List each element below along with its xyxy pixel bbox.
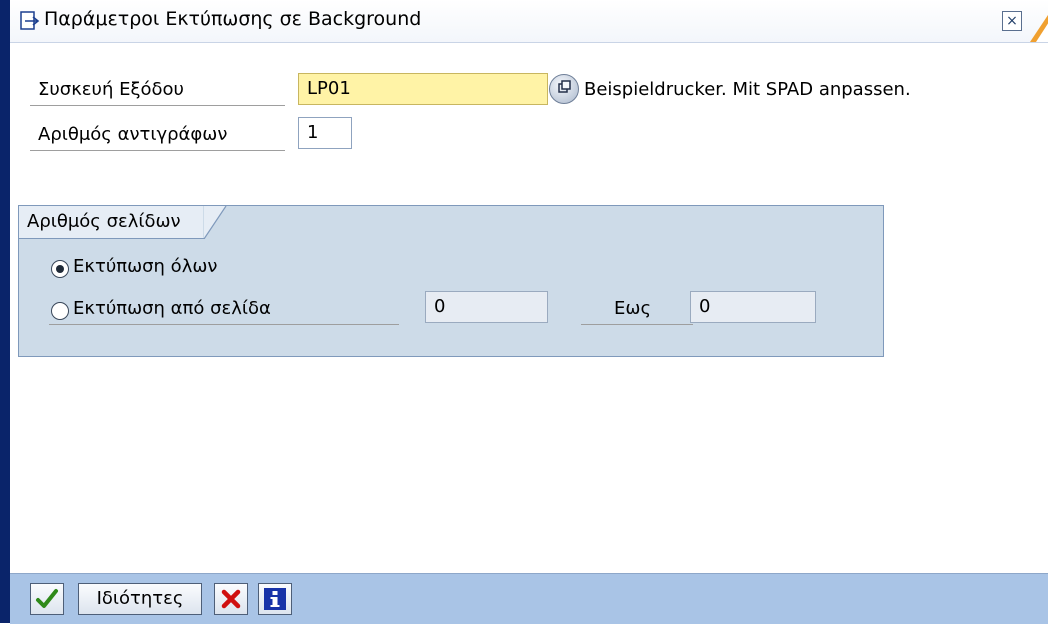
copies-label-underline xyxy=(30,150,285,151)
footer-toolbar: Ιδιότητες xyxy=(10,573,1048,624)
group-tab-slope xyxy=(204,206,227,239)
group-tab-underline xyxy=(19,238,205,239)
cancel-button[interactable] xyxy=(214,583,248,615)
value-help-icon[interactable] xyxy=(549,74,579,104)
confirm-button[interactable] xyxy=(30,583,64,615)
info-icon xyxy=(264,588,286,610)
to-page-label: Εως xyxy=(614,298,652,319)
close-icon[interactable]: × xyxy=(1002,11,1022,31)
cancel-icon xyxy=(221,589,241,609)
print-from-label-underline xyxy=(49,324,399,325)
info-button[interactable] xyxy=(258,583,292,615)
print-from-page-radio[interactable] xyxy=(51,302,69,320)
output-device-field[interactable]: LP01 xyxy=(298,73,548,105)
print-all-label: Εκτύπωση όλων xyxy=(73,256,218,277)
print-parameters-dialog: Παράμετροι Εκτύπωσης σε Background × Συσ… xyxy=(0,0,1048,624)
output-device-label-underline xyxy=(30,105,285,106)
dialog-title: Παράμετροι Εκτύπωσης σε Background xyxy=(44,8,422,30)
output-device-label: Συσκευή Εξόδου xyxy=(38,79,184,100)
page-count-group: Αριθμός σελίδων Εκτύπωση όλων Εκτύπωση α… xyxy=(18,205,884,357)
copies-field[interactable]: 1 xyxy=(298,117,352,149)
print-from-page-label: Εκτύπωση από σελίδα xyxy=(73,298,271,319)
properties-button[interactable]: Ιδιότητες xyxy=(78,583,202,615)
copies-label: Αριθμός αντιγράφων xyxy=(38,124,228,145)
page-count-group-title: Αριθμός σελίδων xyxy=(19,206,203,238)
title-bar: Παράμετροι Εκτύπωσης σε Background × xyxy=(10,0,1048,43)
check-icon xyxy=(36,589,58,608)
from-page-field[interactable]: 0 xyxy=(425,291,548,323)
output-device-description: Beispieldrucker. Mit SPAD anpassen. xyxy=(584,79,911,100)
print-all-radio[interactable] xyxy=(51,260,69,278)
window-left-accent xyxy=(0,0,10,623)
to-label-underline xyxy=(581,324,693,325)
print-params-icon xyxy=(20,11,40,31)
to-page-field[interactable]: 0 xyxy=(690,291,816,323)
title-corner-decoration xyxy=(1030,14,1048,42)
